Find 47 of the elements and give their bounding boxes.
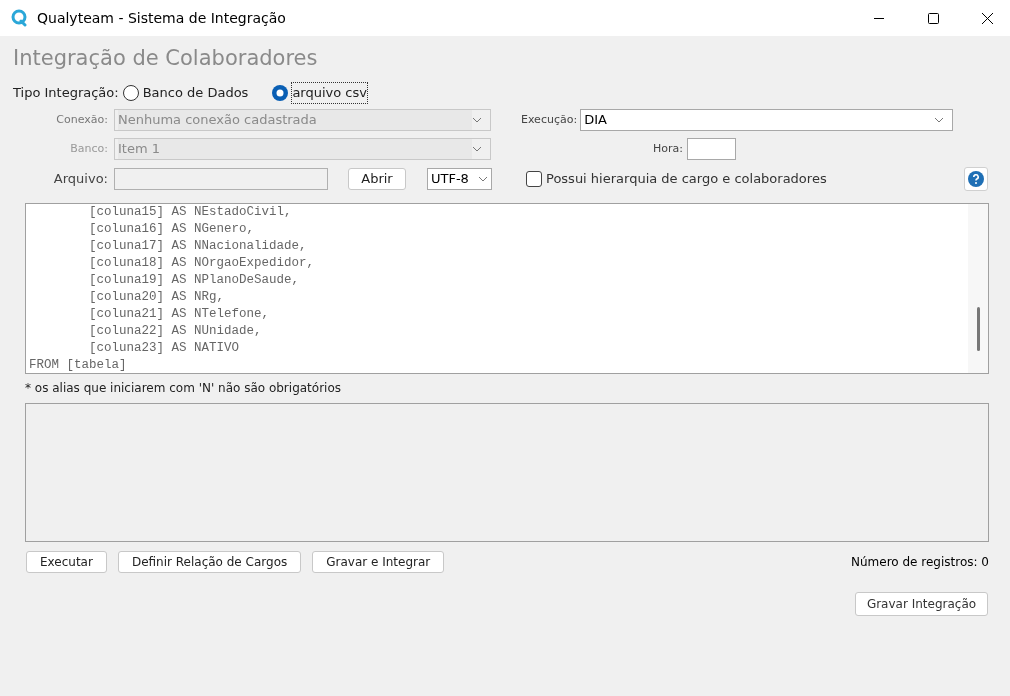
logo-icon [10,9,28,27]
field-label: Tipo Integração: [13,84,119,103]
code-line: [coluna15] AS NEstadoCivil, [88,204,292,221]
code-line: [coluna20] AS NRg, [88,289,225,306]
execution-dropdown[interactable]: DIA [580,109,954,131]
file-field[interactable] [114,168,328,190]
window-title: Qualyteam - Sistema de Integração [37,8,286,28]
scrollbar-thumb[interactable] [976,307,980,351]
chevron-down-icon [472,146,482,152]
radio-option[interactable]: Banco de Dados [122,83,249,103]
maximize-icon [927,12,939,24]
time-field[interactable] [687,138,736,160]
save-button[interactable]: Gravar Integração [855,592,988,616]
action-button[interactable]: Executar [26,551,107,573]
code-line: FROM [tabela] [29,357,127,374]
code-line: [coluna17] AS NNacionalidade, [88,238,307,255]
open-button[interactable]: Abrir [348,168,406,190]
radio-icon [122,85,139,101]
help-button[interactable] [964,167,988,191]
help-icon [968,171,984,187]
code-line: [coluna18] AS NOrgaoExpedidor, [88,255,315,272]
field-label: Banco: [69,140,108,157]
code-editor[interactable] [25,203,989,374]
code-line: [coluna21] AS NTelefone, [88,306,270,323]
encoding-dropdown[interactable]: UTF-8 [427,168,492,190]
action-button[interactable]: Definir Relação de Cargos [117,551,302,573]
close-icon [981,12,993,24]
field-label: Hora: [653,140,683,157]
note-text: * os alias que iniciarem com 'N' não são obrigatórios [25,380,342,397]
code-line: [coluna23] AS NATIVO [88,340,240,357]
hierarchy-checkbox[interactable]: Possui hierarquia de cargo e colaboradores [526,169,827,189]
minimize-icon [874,17,884,19]
radio-option[interactable]: arquivo csv [272,83,367,103]
radio-checked-icon [272,85,289,101]
field-label: Arquivo: [52,170,108,189]
page-heading: Integração de Colaboradores [13,45,319,71]
code-line: [coluna16] AS NGenero, [88,221,255,238]
field-label: Execução: [521,111,578,128]
action-button[interactable]: Gravar e Integrar [312,551,445,573]
code-line: [coluna19] AS NPlanoDeSaude, [88,272,300,289]
code-line: [coluna22] AS NUnidade, [88,323,262,340]
record-count: Número de registros: 0 [851,554,989,571]
chevron-down-icon [478,176,488,182]
chevron-down-icon [472,117,482,123]
chevron-down-icon [934,117,945,123]
field-label: Conexão: [55,111,108,128]
scrollbar[interactable] [968,204,988,373]
